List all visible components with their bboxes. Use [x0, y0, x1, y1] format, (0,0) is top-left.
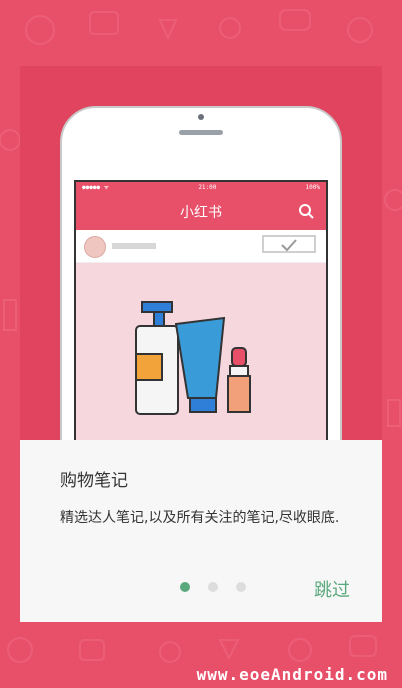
app-bar: 小红书 — [76, 192, 326, 230]
username-placeholder — [112, 243, 156, 249]
cosmetics-illustration — [135, 301, 251, 415]
search-icon — [299, 204, 314, 219]
page-dot-3[interactable] — [236, 582, 246, 592]
page-dot-1[interactable] — [180, 582, 190, 592]
page-dot-2[interactable] — [208, 582, 218, 592]
check-button — [262, 235, 316, 253]
status-bar: ●●●●● ᯤ 21:00 100% — [76, 182, 326, 192]
phone-camera — [198, 114, 204, 120]
app-title: 小红书 — [180, 205, 222, 221]
card-heading: 购物笔记 — [60, 471, 128, 491]
check-icon — [281, 239, 297, 252]
skip-button[interactable]: 跳过 — [314, 576, 350, 602]
avatar-icon — [84, 236, 106, 258]
onboarding-card: 购物笔记 精选达人笔记,以及所有关注的笔记,尽收眼底. 跳过 — [20, 440, 382, 622]
card-description: 精选达人笔记,以及所有关注的笔记,尽收眼底. — [60, 510, 340, 526]
status-time: 21:00 — [198, 183, 217, 191]
phone-speaker — [179, 130, 223, 135]
user-bar — [76, 230, 326, 263]
signal-icon: ●●●●● ᯤ — [82, 184, 110, 191]
watermark-text: www.eoeAndroid.com — [196, 665, 388, 684]
page-indicator — [180, 582, 246, 592]
status-battery: 100% — [305, 183, 320, 191]
